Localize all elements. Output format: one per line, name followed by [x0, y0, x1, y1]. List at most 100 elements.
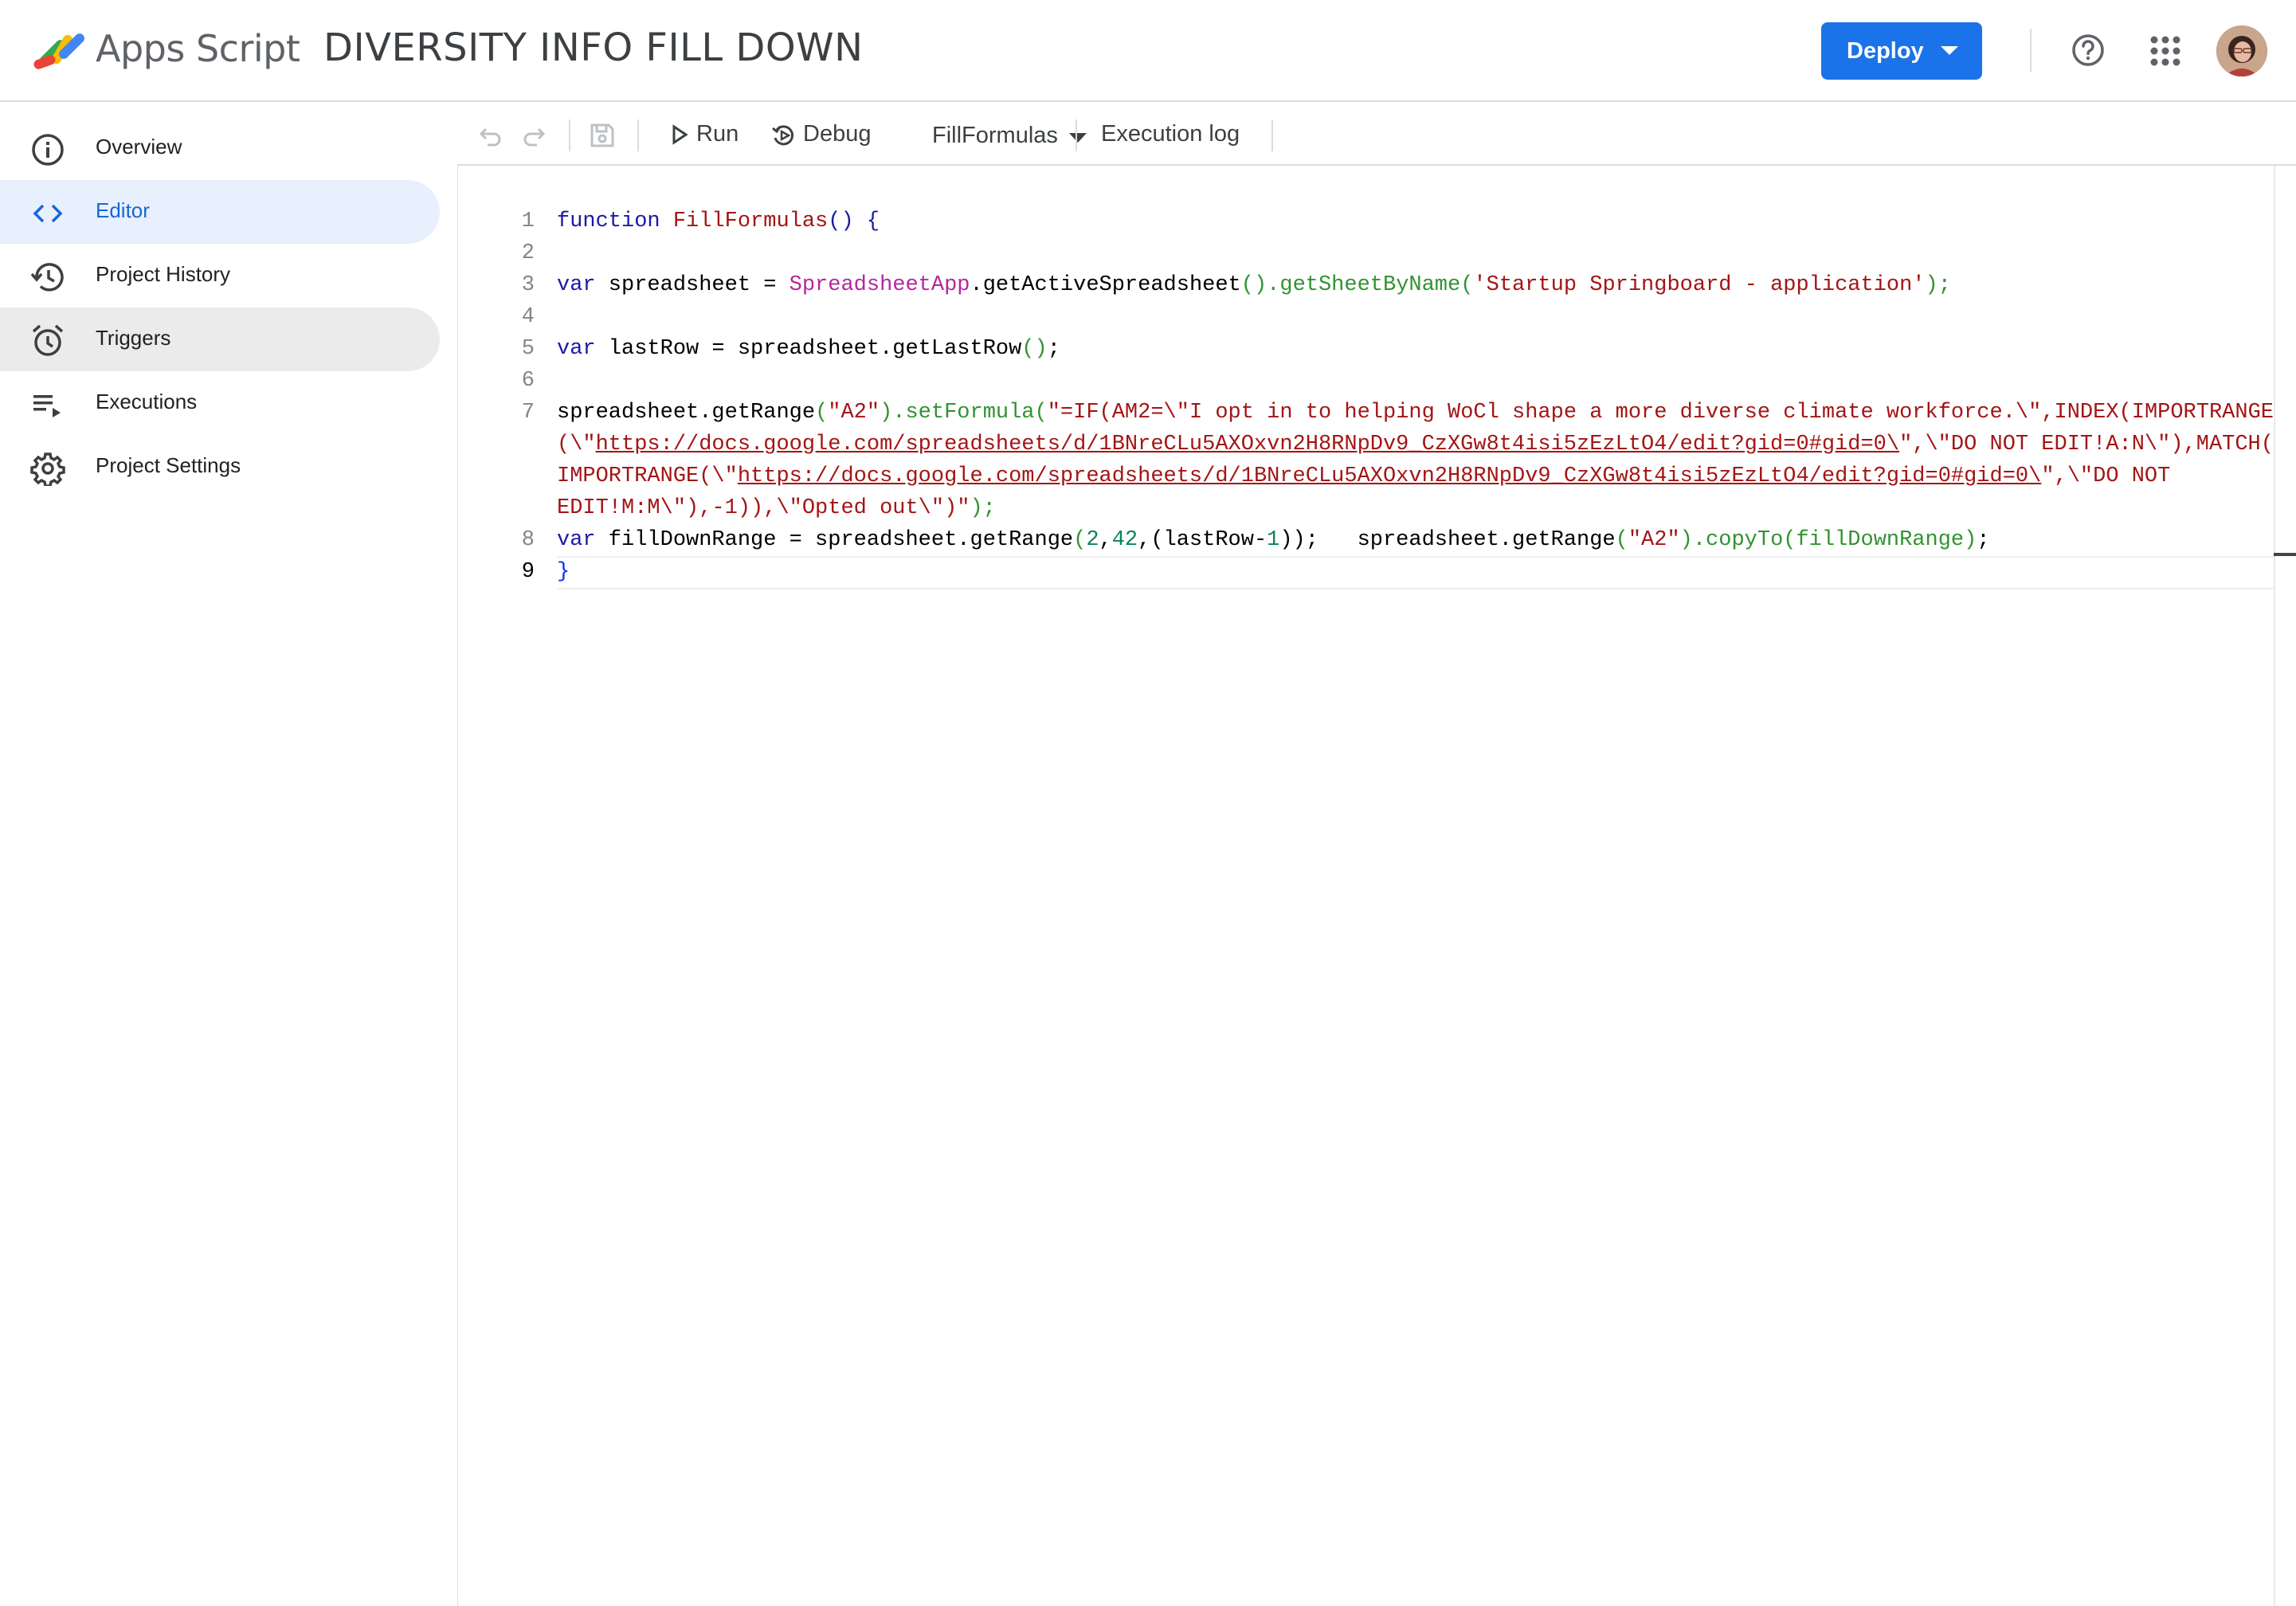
sidebar-item-label: Project Settings [96, 453, 241, 477]
vertical-scrollbar[interactable] [2274, 166, 2296, 1606]
help-circle-icon[interactable] [2071, 33, 2105, 67]
sidebar-item-project-settings[interactable]: Project Settings [0, 435, 440, 499]
code-string: "=IF(AM2=\"I opt in to helping WoCl shap… [1047, 401, 2274, 425]
code-line[interactable]: 4 [458, 301, 2274, 333]
sidebar-item-overview[interactable]: Overview [0, 116, 440, 180]
function-select[interactable]: FillFormulas [927, 112, 1095, 158]
save-icon[interactable] [588, 121, 617, 150]
code-string: IMPORTRANGE(\" [557, 464, 738, 488]
code-string: EDIT!M:M\"),-1)),\"Opted out\")" [557, 496, 970, 520]
sidebar-item-label: Editor [96, 198, 150, 222]
undo-icon[interactable] [478, 123, 503, 148]
app-brand[interactable]: Apps Script [96, 27, 300, 70]
code-number: 42 [1111, 528, 1138, 552]
history-icon [30, 263, 64, 292]
execution-log-label: Execution log [1101, 121, 1240, 147]
code-line[interactable]: 1 function FillFormulas() { [458, 206, 2274, 237]
gear-icon [30, 452, 65, 486]
line-number: 9 [521, 560, 535, 584]
code-plain: spreadsheet = [595, 273, 789, 297]
code-punct: ().getSheetByName( [1240, 273, 1474, 297]
sidebar-item-label: Project History [96, 262, 231, 286]
code-line[interactable]: 3 var spreadsheet = SpreadsheetApp.getAc… [458, 269, 2274, 301]
code-text: var spreadsheet = SpreadsheetApp.getActi… [557, 273, 1951, 297]
sidebar-item-label: Executions [96, 390, 198, 413]
code-string: "A2" [1628, 528, 1680, 552]
toolbar-divider [569, 119, 570, 151]
code-plain: ,(lastRow- [1138, 528, 1268, 552]
sidebar-item-triggers[interactable]: Triggers [0, 307, 440, 371]
sidebar-item-editor[interactable]: Editor [0, 180, 440, 244]
chevron-down-icon[interactable] [1941, 46, 1958, 55]
sidebar-item-project-history[interactable]: Project History [0, 244, 440, 307]
code-line[interactable]: 8 var fillDownRange = spreadsheet.getRan… [458, 524, 2274, 556]
code-class: SpreadsheetApp [789, 273, 970, 297]
alarm-clock-icon [32, 324, 64, 356]
code-text: (\"https://docs.google.com/spreadsheets/… [557, 433, 2296, 456]
execution-log-button[interactable]: Execution log [1093, 112, 1276, 158]
code-string: 'Startup Springboard - application' [1473, 273, 1926, 297]
sidebar-item-label: Triggers [96, 326, 171, 350]
chevron-down-icon [1069, 133, 1087, 143]
code-brackets-icon [33, 204, 63, 223]
code-plain: )); spreadsheet.getRange [1279, 528, 1616, 552]
code-text: EDIT!M:M\"),-1)),\"Opted out\")"); [557, 496, 996, 520]
sidebar-item-label: Overview [96, 135, 182, 159]
debug-button-label: Debug [803, 121, 872, 147]
line-number: 8 [521, 528, 535, 552]
code-line[interactable]: 9 } [458, 556, 2274, 588]
redo-icon[interactable] [521, 123, 547, 148]
code-url-link[interactable]: https://docs.google.com/spreadsheets/d/1… [596, 433, 1899, 456]
code-line-wrap[interactable]: (\"https://docs.google.com/spreadsheets/… [458, 429, 2296, 460]
code-line-wrap[interactable]: IMPORTRANGE(\"https://docs.google.com/sp… [458, 460, 2274, 492]
deploy-button[interactable]: Deploy [1821, 22, 1982, 80]
code-punct: ); [970, 496, 996, 520]
run-button[interactable]: Run [664, 112, 760, 158]
code-punct: () [1021, 337, 1048, 361]
code-keyword: var [557, 273, 596, 297]
line-number: 7 [521, 401, 535, 425]
code-plain: , [1099, 528, 1112, 552]
function-select-value: FillFormulas [932, 123, 1058, 148]
code-url-link[interactable]: https://docs.google.com/spreadsheets/d/1… [738, 464, 2041, 488]
code-punct: ).copyTo [1679, 528, 1784, 552]
apps-grid-icon[interactable] [2149, 35, 2181, 67]
code-editor[interactable]: 1 function FillFormulas() { 2 3 var spre… [457, 166, 2296, 1606]
code-keyword: var [557, 337, 596, 361]
executions-list-icon [33, 395, 61, 417]
toolbar-divider [1076, 119, 1077, 151]
code-punct: ); [1925, 273, 1951, 297]
code-text: spreadsheet.getRange("A2").setFormula("=… [557, 401, 2274, 425]
apps-script-logo-icon[interactable] [32, 24, 89, 72]
project-title[interactable]: DIVERSITY INFO FILL DOWN [323, 25, 863, 70]
code-line[interactable]: 7 spreadsheet.getRange("A2").setFormula(… [458, 397, 2274, 429]
code-number: 2 [1086, 528, 1099, 552]
code-text: IMPORTRANGE(\"https://docs.google.com/sp… [557, 464, 2170, 488]
toolbar-divider [1271, 119, 1273, 151]
code-keyword: var [557, 528, 596, 552]
code-plain: ; [1977, 528, 1990, 552]
code-punct: ( [1034, 401, 1048, 425]
code-number: 1 [1267, 528, 1280, 552]
avatar-photo-icon [2216, 25, 2267, 76]
deploy-button-label: Deploy [1847, 37, 1924, 64]
code-function-name: FillFormulas [672, 210, 829, 233]
code-line[interactable]: 6 [458, 365, 2274, 397]
sidebar-item-executions[interactable]: Executions [0, 371, 440, 435]
code-punct: () { [828, 210, 880, 233]
code-line-wrap[interactable]: EDIT!M:M\"),-1)),\"Opted out\")"); [458, 492, 2274, 524]
info-icon [32, 134, 64, 166]
code-line[interactable]: 2 [458, 237, 2274, 269]
run-button-label: Run [696, 121, 739, 147]
code-text: var fillDownRange = spreadsheet.getRange… [557, 528, 1990, 552]
line-number: 5 [521, 337, 535, 361]
debug-icon [772, 125, 794, 146]
debug-button[interactable]: Debug [766, 112, 918, 158]
line-number: 6 [521, 369, 535, 393]
code-string: "A2" [828, 401, 880, 425]
code-line[interactable]: 5 var lastRow = spreadsheet.getLastRow()… [458, 333, 2274, 365]
avatar[interactable] [2216, 25, 2267, 76]
code-punct: ( [1073, 528, 1087, 552]
code-punct: ( [1615, 528, 1628, 552]
code-text: var lastRow = spreadsheet.getLastRow(); [557, 337, 1060, 361]
